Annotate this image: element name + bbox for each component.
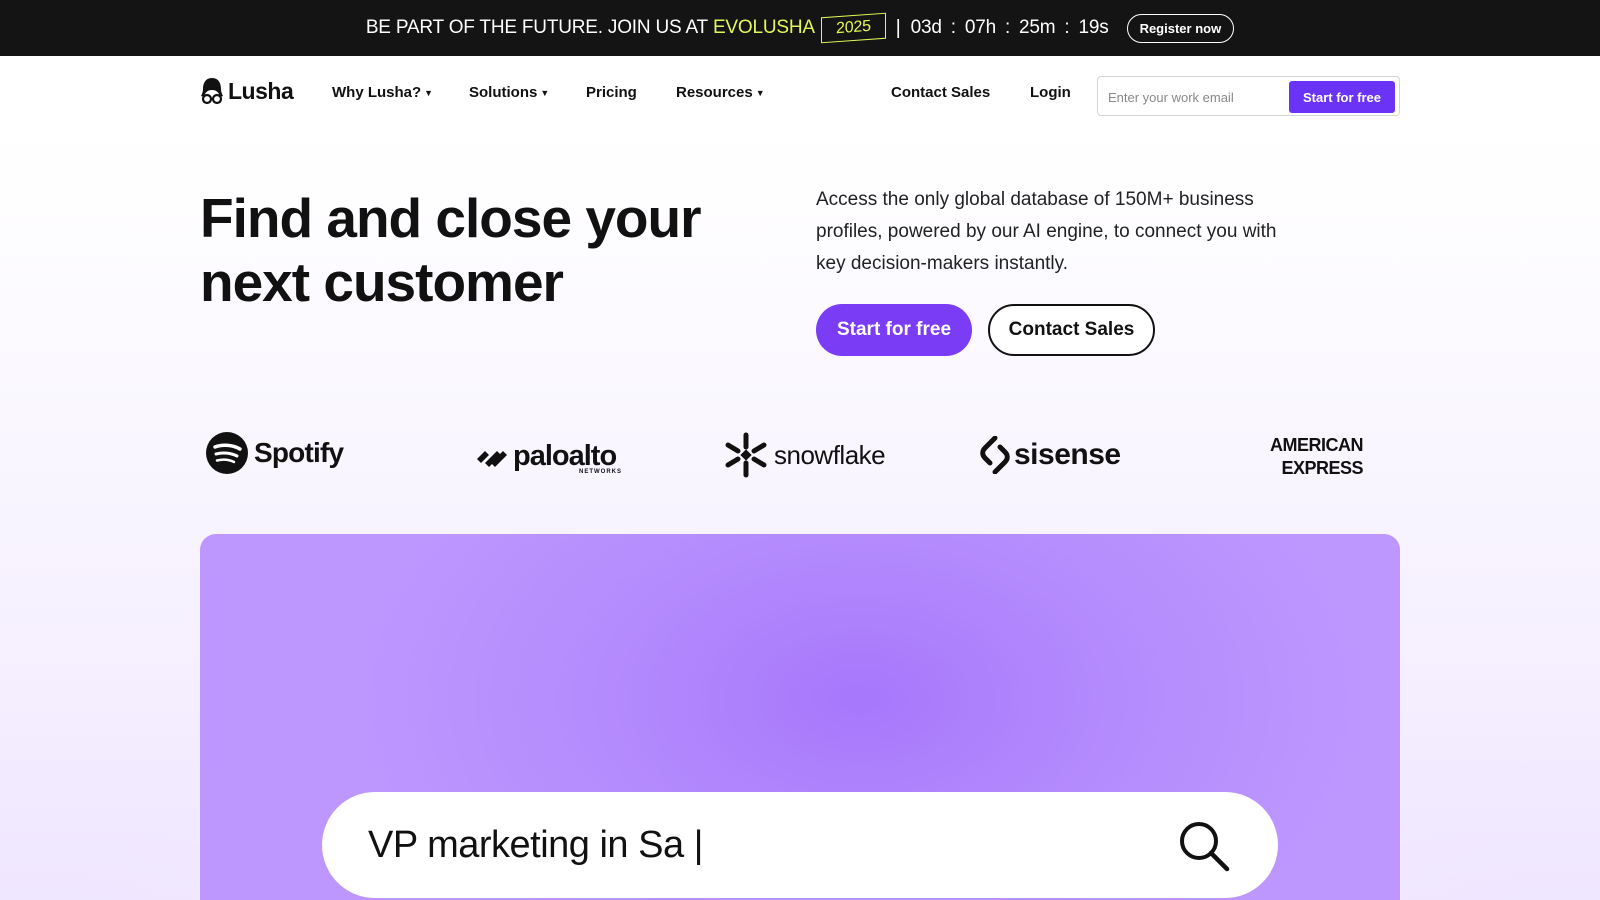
- sisense-wordmark: sisense: [1014, 438, 1121, 471]
- nav-pricing[interactable]: Pricing: [586, 84, 637, 101]
- countdown-hours: 07h: [964, 17, 996, 38]
- lusha-logo[interactable]: Lusha: [200, 77, 294, 105]
- logo-text: Lusha: [228, 77, 294, 104]
- demo-search-bar: [322, 792, 1278, 898]
- chevron-down-icon: ▼: [424, 87, 434, 98]
- countdown-colon: :: [950, 17, 956, 38]
- nav-why-lusha[interactable]: Why Lusha? ▼: [332, 84, 433, 101]
- hero-subcopy: Access the only global database of 150M+…: [816, 189, 1277, 274]
- nav-link-label: Pricing: [586, 84, 637, 101]
- amex-line2: EXPRESS: [1281, 458, 1363, 478]
- start-for-free-button[interactable]: Start for free: [816, 304, 972, 356]
- nav-link-label: Solutions: [469, 84, 538, 101]
- announcement-separator: |: [895, 16, 901, 39]
- paloalto-icon: [477, 450, 507, 467]
- event-year-badge: 2025: [820, 12, 886, 44]
- nav-solutions[interactable]: Solutions ▼: [469, 84, 549, 101]
- contact-sales-button[interactable]: Contact Sales: [988, 304, 1155, 356]
- countdown-days: 03d: [910, 17, 942, 38]
- hero-headline: Find and close your next customer: [200, 187, 702, 313]
- nav-contact-sales[interactable]: Contact Sales: [891, 84, 990, 101]
- chevron-down-icon: ▼: [755, 87, 765, 98]
- spotify-icon: [206, 432, 248, 474]
- amex-line1: AMERICAN: [1270, 435, 1364, 455]
- countdown-colon: :: [1064, 17, 1070, 38]
- announcement-text: BE PART OF THE FUTURE. JOIN US AT: [365, 17, 708, 38]
- snowflake-icon: [725, 432, 767, 478]
- snowflake-logo: snowflake: [724, 432, 886, 478]
- chevron-down-icon: ▼: [540, 87, 550, 98]
- nav-resources[interactable]: Resources ▼: [676, 84, 765, 101]
- american-express-logo: AMERICAN EXPRESS: [1270, 434, 1364, 480]
- nav-login[interactable]: Login: [1030, 84, 1071, 101]
- main-nav: Lusha Why Lusha? ▼ Solutions ▼ Pricing R…: [0, 56, 1600, 134]
- lusha-logo-icon: [201, 78, 223, 105]
- announcement-bar: BE PART OF THE FUTURE. JOIN US AT EVOLUS…: [0, 0, 1600, 56]
- spotify-logo: Spotify: [206, 432, 344, 474]
- register-now-button[interactable]: Register now: [1126, 13, 1235, 43]
- announcement-highlight: EVOLUSHA: [712, 17, 815, 38]
- countdown-minutes: 25m: [1019, 17, 1056, 38]
- spotify-wordmark: Spotify: [254, 437, 344, 468]
- nav-start-free-button[interactable]: Start for free: [1289, 81, 1395, 113]
- snowflake-wordmark: snowflake: [774, 439, 886, 470]
- nav-email-form: Start for free: [1097, 76, 1400, 116]
- paloalto-logo: paloalto NETWORKS: [475, 440, 621, 475]
- nav-link-label: Why Lusha?: [332, 84, 422, 101]
- paloalto-networks-text: NETWORKS: [579, 469, 622, 475]
- demo-search-input[interactable]: [368, 818, 1128, 872]
- countdown-seconds: 19s: [1078, 17, 1109, 38]
- nav-link-label: Resources: [676, 84, 753, 101]
- work-email-input[interactable]: [1108, 85, 1288, 109]
- sisense-icon: [980, 436, 1010, 474]
- sisense-logo: sisense: [980, 436, 1121, 474]
- countdown-colon: :: [1004, 17, 1011, 38]
- search-icon[interactable]: [1178, 820, 1230, 872]
